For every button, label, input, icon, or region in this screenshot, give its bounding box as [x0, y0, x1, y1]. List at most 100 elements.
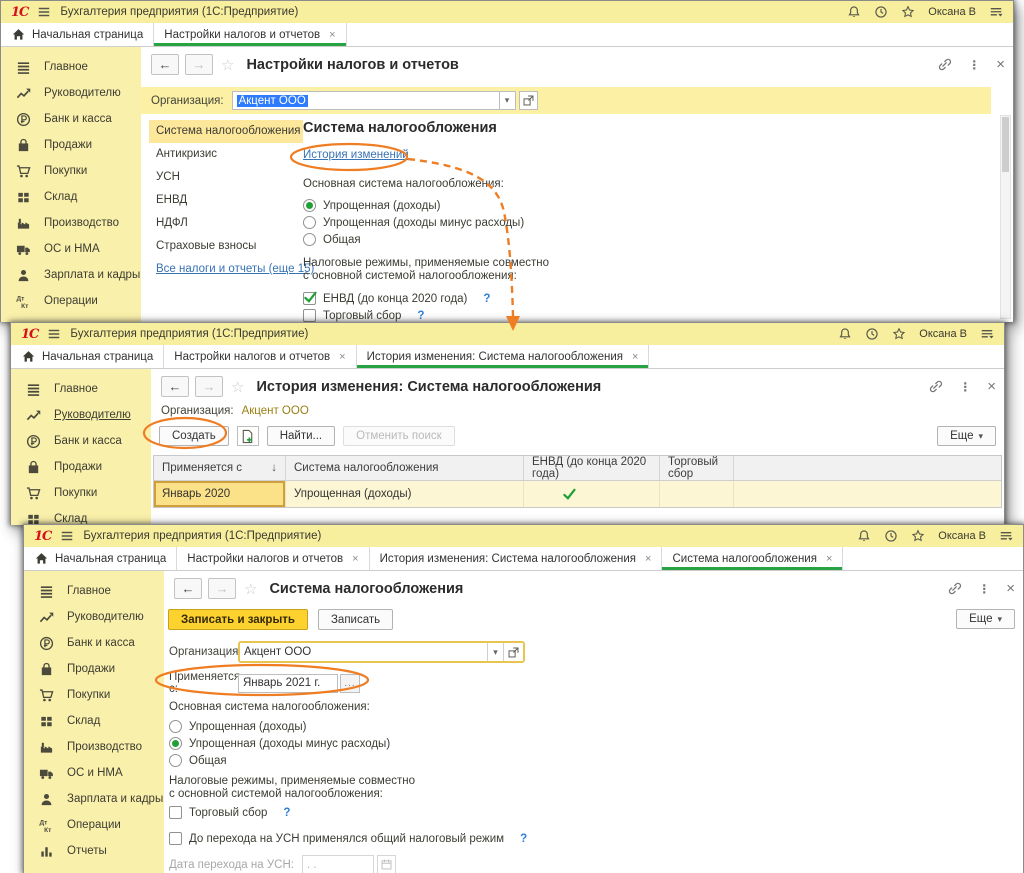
settings-section-item[interactable]: НДФЛ	[149, 212, 303, 235]
forward-button[interactable]: →	[185, 54, 213, 75]
table-cell[interactable]: Январь 2020	[154, 481, 286, 507]
sidebar-item-menu-lines[interactable]: Главное	[11, 376, 151, 402]
tab-close-icon[interactable]: ×	[352, 553, 358, 565]
help-icon[interactable]: ?	[520, 833, 527, 845]
more-button[interactable]: Еще ▾	[956, 609, 1015, 629]
save-button[interactable]: Записать	[318, 609, 393, 630]
choose-period-button[interactable]: ...	[340, 674, 360, 693]
checkbox-option[interactable]: ЕНВД (до конца 2020 года)?	[303, 290, 977, 307]
favorites-star-icon[interactable]	[901, 5, 915, 19]
settings-section-item[interactable]: УСН	[149, 166, 303, 189]
close-form-icon[interactable]: ×	[996, 56, 1005, 73]
main-menu-icon[interactable]	[47, 327, 61, 341]
user-menu-icon[interactable]	[999, 529, 1013, 543]
tab-settings[interactable]: Настройки налогов и отчетов×	[154, 23, 346, 46]
tab-settings[interactable]: Настройки налогов и отчетов×	[164, 345, 356, 368]
save-and-close-button[interactable]: Записать и закрыть	[168, 609, 308, 630]
user-name[interactable]: Оксана В	[938, 530, 986, 542]
organization-value[interactable]: Акцент ООО	[242, 405, 309, 417]
sidebar-item-person[interactable]: Зарплата и кадры	[24, 786, 164, 812]
applies-from-field[interactable]: Январь 2021 г.	[238, 674, 338, 693]
notifications-bell-icon[interactable]	[838, 327, 852, 341]
help-icon[interactable]: ?	[417, 310, 424, 322]
open-organization-button[interactable]	[519, 91, 538, 110]
table-cell[interactable]	[524, 481, 660, 507]
column-header[interactable]: Торговый сбор	[660, 456, 734, 480]
sidebar-item-menu-lines[interactable]: Главное	[24, 578, 164, 604]
tab-close-icon[interactable]: ×	[826, 553, 832, 565]
more-menu-icon[interactable]: ⋮	[968, 58, 980, 72]
forward-button[interactable]: →	[208, 578, 236, 599]
tab-settings[interactable]: Настройки налогов и отчетов×	[177, 547, 369, 570]
tab-history[interactable]: История изменения: Система налогообложен…	[370, 547, 663, 570]
user-name[interactable]: Оксана В	[928, 6, 976, 18]
favorites-star-icon[interactable]	[892, 327, 906, 341]
sidebar-item-bar-chart[interactable]: Отчеты	[24, 838, 164, 864]
user-menu-icon[interactable]	[980, 327, 994, 341]
favorites-star-icon[interactable]	[911, 529, 925, 543]
organization-field[interactable]: Акцент ООО	[232, 91, 500, 110]
get-link-icon[interactable]	[937, 57, 952, 72]
sidebar-item-truck[interactable]: ОС и НМА	[1, 236, 141, 262]
radio-icon[interactable]	[303, 233, 316, 246]
sidebar-item-ruble-circle[interactable]: Банк и касса	[11, 428, 151, 454]
history-link[interactable]: История изменений	[303, 149, 409, 161]
radio-option[interactable]: Упрощенная (доходы)	[303, 197, 977, 214]
table-cell[interactable]: Упрощенная (доходы)	[286, 481, 524, 507]
checkbox-option[interactable]: Торговый сбор?	[303, 307, 977, 322]
dropdown-button[interactable]: ▾	[488, 643, 504, 661]
radio-option[interactable]: Упрощенная (доходы минус расходы)	[169, 735, 390, 752]
close-form-icon[interactable]: ×	[987, 378, 996, 395]
sidebar-item-dtkt[interactable]: ДтКтОперации	[1, 288, 141, 314]
tab-home[interactable]: Начальная страница	[11, 345, 164, 368]
radio-option[interactable]: Упрощенная (доходы)	[169, 718, 390, 735]
sidebar-item-grid[interactable]: Склад	[1, 184, 141, 210]
radio-icon[interactable]	[169, 754, 182, 767]
sidebar-item-menu-lines[interactable]: Главное	[1, 54, 141, 80]
vertical-scrollbar[interactable]	[1000, 115, 1011, 319]
user-menu-icon[interactable]	[989, 5, 1003, 19]
help-icon[interactable]: ?	[283, 807, 290, 819]
more-button[interactable]: Еще ▾	[937, 426, 996, 446]
sidebar-item-person[interactable]: Зарплата и кадры	[1, 262, 141, 288]
favorite-star-icon[interactable]: ☆	[221, 56, 234, 74]
settings-section-item[interactable]: Система налогообложения	[149, 120, 303, 143]
tab-history[interactable]: История изменения: Система налогообложен…	[357, 345, 650, 368]
checkbox-icon[interactable]	[303, 309, 316, 322]
settings-section-item[interactable]: ЕНВД	[149, 189, 303, 212]
table-cell[interactable]	[734, 481, 1001, 507]
notifications-bell-icon[interactable]	[847, 5, 861, 19]
find-button[interactable]: Найти...	[267, 426, 335, 446]
sidebar-item-bag[interactable]: Продажи	[11, 454, 151, 480]
create-copy-button[interactable]	[237, 426, 259, 446]
more-menu-icon[interactable]: ⋮	[959, 380, 971, 394]
back-button[interactable]: ←	[174, 578, 202, 599]
sidebar-item-cart[interactable]: Покупки	[11, 480, 151, 506]
sidebar-item-truck[interactable]: ОС и НМА	[24, 760, 164, 786]
sidebar-item-ruble-circle[interactable]: Банк и касса	[24, 630, 164, 656]
close-form-icon[interactable]: ×	[1006, 580, 1015, 597]
tab-close-icon[interactable]: ×	[632, 351, 638, 363]
sidebar-item-grid[interactable]: Склад	[24, 708, 164, 734]
more-menu-icon[interactable]: ⋮	[978, 582, 990, 596]
checkbox-icon[interactable]	[169, 806, 182, 819]
user-name[interactable]: Оксана В	[919, 328, 967, 340]
open-organization-button[interactable]	[504, 643, 523, 661]
favorite-star-icon[interactable]: ☆	[231, 378, 244, 396]
history-clock-icon[interactable]	[865, 327, 879, 341]
radio-selected-icon[interactable]	[169, 737, 182, 750]
history-clock-icon[interactable]	[874, 5, 888, 19]
sidebar-item-factory[interactable]: Производство	[24, 734, 164, 760]
favorite-star-icon[interactable]: ☆	[244, 580, 257, 598]
dropdown-button[interactable]: ▾	[500, 91, 516, 110]
sidebar-item-ruble-circle[interactable]: Банк и касса	[1, 106, 141, 132]
main-menu-icon[interactable]	[60, 529, 74, 543]
back-button[interactable]: ←	[151, 54, 179, 75]
sidebar-item-cart[interactable]: Покупки	[1, 158, 141, 184]
create-button[interactable]: Создать	[159, 426, 229, 446]
tab-home[interactable]: Начальная страница	[24, 547, 177, 570]
tab-home[interactable]: Начальная страница	[1, 23, 154, 46]
column-header[interactable]: ЕНВД (до конца 2020 года)	[524, 456, 660, 480]
sidebar-item-trend[interactable]: Руководителю	[24, 604, 164, 630]
tab-close-icon[interactable]: ×	[339, 351, 345, 363]
